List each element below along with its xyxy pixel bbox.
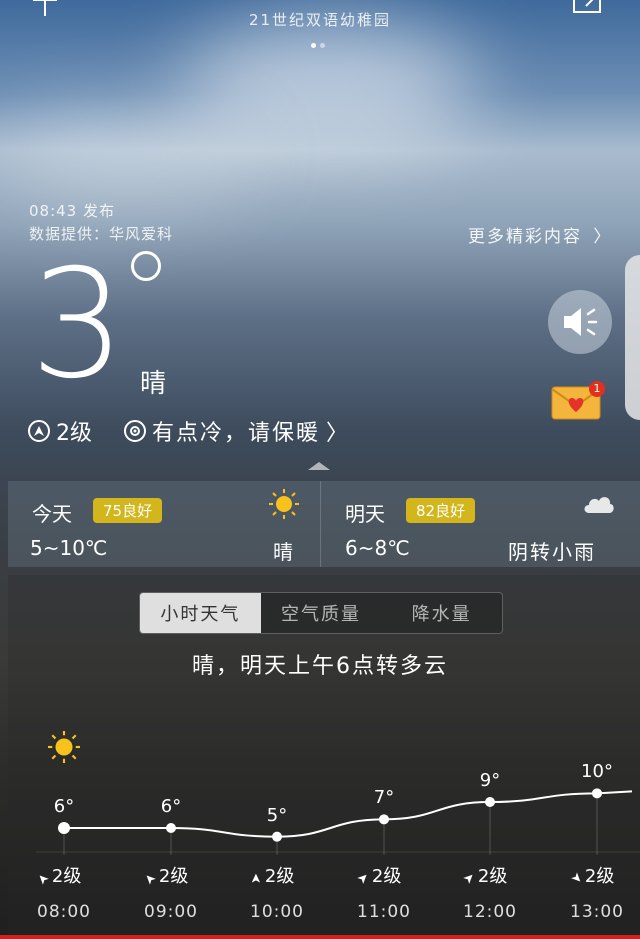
hour-temp-label: 5° [266,804,288,826]
forecast-panel: 今天 75良好 5~10℃ 晴 明天 82良好 6~8℃ 阴转小雨 [8,481,640,567]
wind-arrow-icon: ➤ [34,869,53,888]
hour-wind: ➤2级 [34,862,82,888]
hourly-summary: 晴，明天上午6点转多云 [192,654,448,679]
wind-arrow-icon: ➤ [248,873,264,884]
tomorrow-aqi-badge[interactable]: 82良好 [406,498,476,523]
hour-time-label: 08:00 [37,902,91,922]
hour-wind: ➤2级 [567,862,615,888]
today-condition: 晴 [273,540,293,564]
current-condition: 晴 [140,369,167,399]
temperature-point [485,797,495,807]
tomorrow-label: 明天 [345,502,385,526]
today-temp-range: 5~10℃ [30,536,108,560]
tomorrow-temp-range: 6~8℃ [345,536,410,560]
target-icon [124,420,146,442]
page-indicator [311,33,329,52]
hour-temp-label: 9° [479,770,501,791]
hour-wind-label: 2级 [584,866,615,887]
share-icon[interactable] [572,0,602,16]
hour-time-label: 13:00 [570,902,624,922]
more-content-label: 更多精彩内容 [468,227,582,247]
speaker-icon [564,308,598,336]
hour-temp-label: 6° [160,796,182,817]
hour-temp-label: 6° [53,796,75,817]
hour-time-label: 12:00 [463,902,517,922]
hour-wind: ➤2级 [141,862,189,888]
tab-air-quality[interactable]: 空气质量 [261,593,382,633]
hour-wind-label: 2级 [264,866,295,887]
hour-time-label: 09:00 [144,902,198,922]
wind-arrow-icon: ➤ [567,869,586,888]
hour-wind: ➤2级 [248,862,295,888]
hour-wind-label: 2级 [51,866,82,887]
wind-arrow-icon: ➤ [354,869,373,888]
tomorrow-condition: 阴转小雨 [508,540,596,564]
bottom-accent-bar [0,935,640,939]
collapse-arrow-icon[interactable] [308,462,330,470]
hour-temp-label: 7° [373,787,395,809]
wind-arrow-icon: ➤ [141,869,160,888]
temperature-point [379,814,389,825]
hour-time-label: 11:00 [357,902,411,922]
current-temperature: 3 [30,238,126,412]
voice-broadcast-button[interactable] [548,290,612,354]
today-aqi-badge[interactable]: 75良好 [93,498,163,523]
publish-time: 08:43 发布 [29,202,115,220]
more-content-link[interactable]: 更多精彩内容 〉 [468,222,612,247]
hour-wind-label: 2级 [371,866,402,887]
temperature-point [58,822,70,834]
current-wind: 2级 [56,421,92,446]
tab-precipitation[interactable]: 降水量 [381,593,502,633]
wind-and-tip-row[interactable]: 2级 有点冷，请保暖 〉 [28,415,348,447]
degree-symbol [131,251,161,281]
temperature-point [592,788,602,799]
hour-wind: ➤2级 [354,862,402,888]
hourly-temperature-chart [36,788,640,855]
hour-wind-label: 2级 [477,866,508,887]
tab-hourly-weather[interactable]: 小时天气 [140,593,261,633]
sun-icon [269,489,299,519]
hour-wind: ➤2级 [460,862,508,888]
panel-divider [320,481,321,567]
cloud-icon [584,497,614,513]
temperature-point [166,823,176,833]
hour-wind-label: 2级 [158,866,189,887]
temperature-line [63,790,633,838]
forecast-tabs: 小时天气 空气质量 降水量 [139,592,503,634]
chevron-right-icon: 〉 [593,227,613,247]
chevron-right-icon: 〉 [326,421,349,446]
background-cloud [0,110,260,200]
wind-arrow-icon: ➤ [460,869,479,888]
comfort-tip: 有点冷，请保暖 [152,421,321,446]
city-title: 21世纪双语幼稚园 [248,11,392,29]
hour-time-label: 10:00 [250,902,304,922]
hour-temp-label: 10° [581,761,613,783]
temperature-point [272,831,282,842]
mail-badge: 1 [589,381,605,397]
side-drawer-handle[interactable] [625,255,640,420]
wind-direction-icon [28,420,50,442]
today-label: 今天 [32,502,72,526]
